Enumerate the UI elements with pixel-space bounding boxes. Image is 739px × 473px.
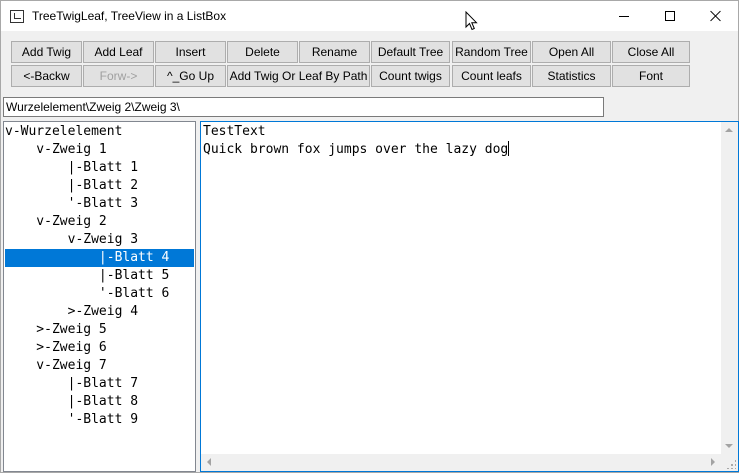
app-window-icon: [10, 10, 24, 23]
maximize-button[interactable]: [647, 1, 693, 31]
add-leaf-button[interactable]: Add Leaf: [83, 41, 154, 63]
tree-item[interactable]: |-Blatt 8: [5, 393, 194, 411]
editor-line: TestText: [203, 124, 266, 139]
insert-button[interactable]: Insert: [155, 41, 226, 63]
editor-line-with-caret: Quick brown fox jumps over the lazy dog: [203, 141, 510, 159]
tree-item[interactable]: >-Zweig 6: [5, 339, 194, 357]
count-leafs-button[interactable]: Count leafs: [452, 65, 531, 87]
tree-item[interactable]: |-Blatt 5: [5, 267, 194, 285]
count-twigs-button[interactable]: Count twigs: [371, 65, 450, 87]
rename-button[interactable]: Rename: [299, 41, 370, 63]
close-button[interactable]: [693, 1, 739, 31]
font-button[interactable]: Font: [612, 65, 690, 87]
tree-item[interactable]: |-Blatt 2: [5, 177, 194, 195]
tree-item[interactable]: v-Zweig 1: [5, 141, 194, 159]
app-window: TreeTwigLeaf, TreeView in a ListBox Add …: [0, 0, 739, 473]
tree-listbox[interactable]: v-Wurzelelement v-Zweig 1 |-Blatt 1 |-Bl…: [3, 121, 196, 472]
tree-item[interactable]: '-Blatt 9: [5, 411, 194, 429]
scroll-corner: [721, 454, 738, 471]
default-tree-button[interactable]: Default Tree: [371, 41, 450, 63]
tree-item[interactable]: |-Blatt 7: [5, 375, 194, 393]
close-all-button[interactable]: Close All: [612, 41, 690, 63]
go-up-button[interactable]: ^_Go Up: [155, 65, 226, 87]
text-caret: [508, 141, 510, 156]
vertical-scrollbar[interactable]: [721, 122, 738, 454]
editor-line-text: Quick brown fox jumps over the lazy dog: [203, 142, 509, 157]
scroll-right-icon[interactable]: [711, 458, 715, 466]
tree-item[interactable]: '-Blatt 3: [5, 195, 194, 213]
tree-item[interactable]: v-Zweig 7: [5, 357, 194, 375]
tree-item[interactable]: v-Zweig 2: [5, 213, 194, 231]
add-by-path-button[interactable]: Add Twig Or Leaf By Path: [227, 65, 370, 87]
resize-grip-icon[interactable]: [726, 459, 736, 469]
text-editor[interactable]: TestText Quick brown fox jumps over the …: [200, 121, 739, 472]
tree-item[interactable]: v-Wurzelelement: [5, 123, 194, 141]
close-icon: [710, 10, 722, 22]
title-bar[interactable]: TreeTwigLeaf, TreeView in a ListBox: [1, 1, 738, 31]
random-tree-button[interactable]: Random Tree: [452, 41, 531, 63]
statistics-button[interactable]: Statistics: [532, 65, 611, 87]
minimize-icon: [619, 15, 629, 17]
scroll-left-icon[interactable]: [207, 458, 211, 466]
delete-button[interactable]: Delete: [227, 41, 298, 63]
scroll-up-icon[interactable]: [725, 128, 733, 132]
window-title: TreeTwigLeaf, TreeView in a ListBox: [32, 9, 227, 23]
backward-button[interactable]: <-Backw: [11, 65, 82, 87]
tree-item-selected[interactable]: |-Blatt 4: [5, 249, 194, 267]
tree-item[interactable]: >-Zweig 4: [5, 303, 194, 321]
path-field[interactable]: Wurzelelement\Zweig 2\Zweig 3\: [3, 97, 604, 117]
scroll-down-icon[interactable]: [725, 444, 733, 448]
mouse-cursor-icon: [465, 11, 478, 31]
add-twig-button[interactable]: Add Twig: [11, 41, 82, 63]
maximize-icon: [665, 11, 675, 21]
tree-item[interactable]: '-Blatt 6: [5, 285, 194, 303]
tree-item[interactable]: >-Zweig 5: [5, 321, 194, 339]
minimize-button[interactable]: [601, 1, 647, 31]
horizontal-scrollbar[interactable]: [201, 454, 721, 471]
forward-button[interactable]: Forw->: [83, 65, 154, 87]
tree-item[interactable]: v-Zweig 3: [5, 231, 194, 249]
tree-item[interactable]: |-Blatt 1: [5, 159, 194, 177]
open-all-button[interactable]: Open All: [532, 41, 611, 63]
